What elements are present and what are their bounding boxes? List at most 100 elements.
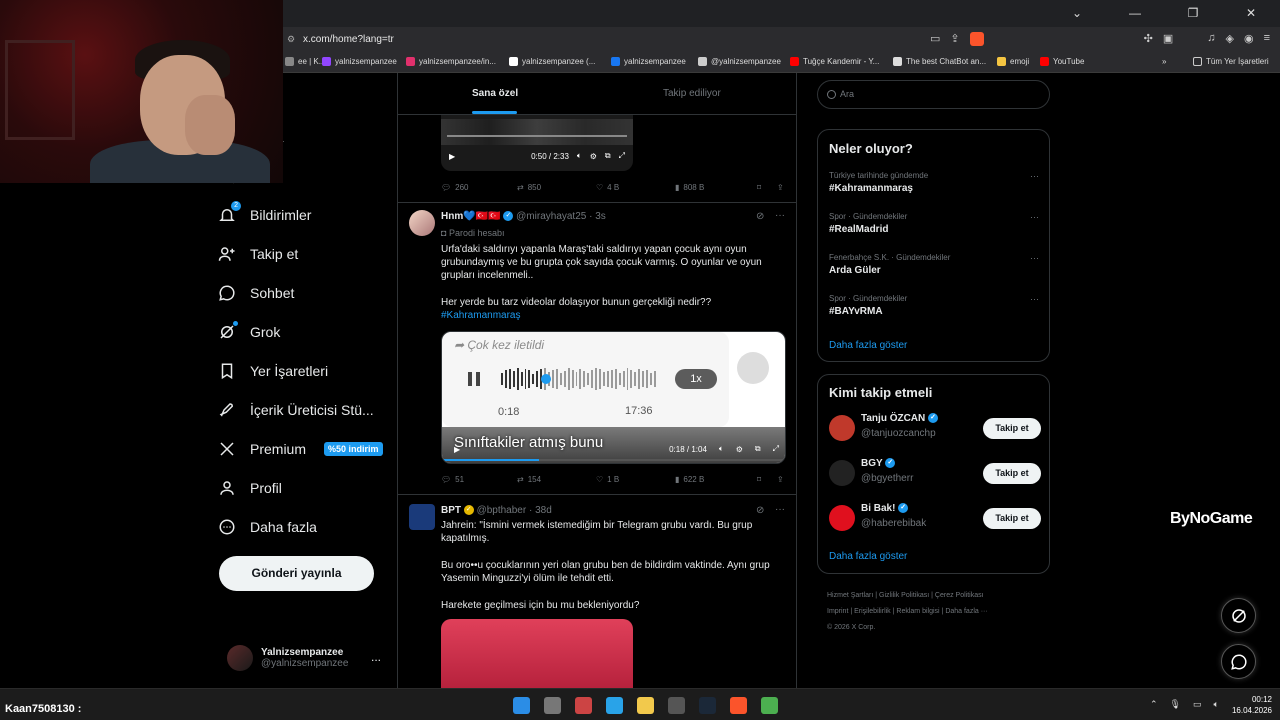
nav-item[interactable]: Profil [218, 479, 282, 497]
volume-icon[interactable]: 🔈︎ [1214, 699, 1219, 710]
file-explorer-icon[interactable] [637, 697, 654, 714]
views-button[interactable]: ▮ 622 B [675, 475, 757, 484]
nav-item[interactable]: 2 Bildirimler [218, 201, 311, 224]
share-icon[interactable]: ⇪ [777, 183, 784, 192]
windows-start-icon[interactable] [513, 697, 530, 714]
bookmark-item[interactable]: ee | K... [285, 57, 325, 66]
repost-button[interactable]: ⇄ 154 [517, 475, 596, 484]
footer-link[interactable]: Çerez Politikası [935, 592, 984, 599]
messages-button[interactable] [1221, 644, 1256, 679]
follow-button[interactable]: Takip et [983, 508, 1041, 529]
tab-following[interactable]: Takip ediliyor [663, 88, 721, 99]
more-icon[interactable]: ··· [1030, 171, 1039, 181]
play-icon[interactable]: ▶ [449, 152, 455, 161]
repost-button[interactable]: ⇄ 850 [517, 183, 596, 192]
more-bookmarks-icon[interactable]: » [1162, 57, 1166, 66]
like-button[interactable]: ♡ 4 B [596, 183, 675, 192]
network-icon[interactable]: ▭ [1193, 699, 1202, 710]
url-field[interactable]: x.com/home?lang=tr [303, 34, 394, 45]
bookmark-item[interactable]: Tuğçe Kandemir - Y... [790, 57, 879, 66]
footer-link[interactable]: Daha fazla ··· [945, 608, 987, 615]
follow-button[interactable]: Takip et [983, 463, 1041, 484]
footer-link[interactable]: Gizlilik Politikası [879, 592, 929, 599]
extensions-icon[interactable]: ✣ [1144, 32, 1153, 45]
chrome-icon[interactable] [761, 697, 778, 714]
more-icon[interactable]: ··· [1030, 294, 1039, 304]
nav-item[interactable]: Takip et [218, 245, 298, 263]
nav-item[interactable]: Daha fazla [218, 518, 317, 536]
video-player[interactable]: ▶ 0:50 / 2:33 🔈︎ ⚙ ⧉ ⤢ [441, 115, 633, 171]
post-button[interactable]: Gönderi yayınla [219, 556, 374, 591]
nav-item[interactable]: Grok [218, 321, 280, 341]
brave-shield-icon[interactable] [969, 32, 984, 46]
trend-item[interactable]: Spor · Gündemdekiler #BAYvRMA ··· [829, 294, 1039, 317]
avatar[interactable] [409, 504, 435, 530]
music-icon[interactable]: ♫ [1207, 32, 1215, 45]
bookmark-item[interactable]: @yalnizsempanzee [698, 57, 781, 66]
footer-link[interactable]: Reklam bilgisi [896, 608, 939, 615]
fullscreen-icon[interactable]: ⤢ [619, 151, 625, 161]
menu-icon[interactable]: ≡ [1264, 32, 1270, 45]
volume-icon[interactable]: 🔈︎ [719, 444, 724, 454]
trend-item[interactable]: Türkiye tarihinde gündemde #Kahramanmaraş… [829, 171, 1039, 194]
more-icon[interactable]: ... [371, 650, 381, 664]
bookmark-item[interactable]: yalnizsempanzee [322, 57, 397, 66]
footer-link[interactable]: Erişilebilirlik [854, 608, 891, 615]
tab-for-you[interactable]: Sana özel [472, 88, 518, 99]
reply-button[interactable]: 💬︎ 51 [441, 475, 517, 484]
follow-suggestion[interactable]: Tanju ÖZCAN ✓ @tanjuozcanchp Takip et [829, 413, 1041, 445]
avatar[interactable] [829, 460, 855, 486]
account-icon[interactable]: ◉ [1244, 32, 1254, 45]
settings-icon[interactable]: ⚙ [736, 445, 743, 454]
more-icon[interactable]: ··· [775, 504, 785, 515]
video-progress[interactable] [447, 135, 627, 137]
trend-item[interactable]: Fenerbahçe S.K. · Gündemdekiler Arda Güle… [829, 253, 1039, 276]
site-settings-icon[interactable]: ⚙ [287, 34, 295, 45]
bookmark-item[interactable]: yalnizsempanzee/in... [406, 57, 496, 66]
nav-item[interactable]: Yer İşaretleri [218, 362, 328, 380]
pip-icon[interactable]: ⧉ [755, 444, 761, 454]
wtf-show-more[interactable]: Daha fazla göster [829, 551, 907, 562]
footer-link[interactable]: Imprint [827, 608, 848, 615]
volume-icon[interactable]: 🔈︎ [577, 151, 582, 161]
close-icon[interactable]: ✕ [1222, 0, 1280, 27]
more-icon[interactable]: ··· [1030, 212, 1039, 222]
tweet-author[interactable]: Hnm💙🇹🇷🇹🇷 ✓ @mirayhayat25 · 3s [441, 211, 606, 222]
brave-icon[interactable] [730, 697, 747, 714]
app-icon[interactable] [606, 697, 623, 714]
video-progress[interactable] [442, 459, 785, 461]
grok-icon[interactable]: ⊘ [756, 211, 764, 222]
chevron-down-icon[interactable]: ⌄ [1048, 0, 1106, 27]
grok-button[interactable] [1221, 598, 1256, 633]
share-icon[interactable]: ⇪ [777, 475, 784, 484]
minimize-icon[interactable]: — [1106, 0, 1164, 27]
video-player[interactable]: ➦ Çok kez iletildi 1x 0:18 17:36 Sınıfta… [441, 331, 786, 464]
bookmark-item[interactable]: yalnizsempanzee [611, 57, 686, 66]
bookmark-icon[interactable]: ⌑ [757, 183, 777, 192]
bookmark-item[interactable]: The best ChatBot an... [893, 57, 986, 66]
more-icon[interactable]: ··· [1030, 253, 1039, 263]
follow-button[interactable]: Takip et [983, 418, 1041, 439]
play-icon[interactable]: ▶ [454, 445, 460, 454]
hashtag-link[interactable]: #Kahramanmaraş [441, 309, 786, 322]
nav-item[interactable]: Premium %50 indirim [218, 440, 383, 458]
app-icon[interactable] [575, 697, 592, 714]
account-switcher[interactable]: Yalnizsempanzee @yalnizsempanzee [227, 645, 348, 671]
chevron-up-icon[interactable]: ⌃ [1150, 699, 1158, 710]
app-icon[interactable] [668, 697, 685, 714]
search-input[interactable]: Ara [817, 80, 1050, 109]
grok-icon[interactable]: ⊘ [756, 505, 764, 516]
follow-suggestion[interactable]: Bi Bak! ✓ @haberebibak Takip et [829, 503, 1041, 535]
bookmark-item[interactable]: emoji [997, 57, 1029, 66]
nav-item[interactable]: Sohbet [218, 284, 294, 302]
tweet-author[interactable]: BPT ✓ @bpthaber · 38d [441, 505, 552, 516]
restore-icon[interactable]: ❐ [1164, 0, 1222, 27]
wallet-icon[interactable]: ▣ [1163, 32, 1173, 45]
footer-link[interactable]: Hizmet Şartları [827, 592, 873, 599]
vpn-icon[interactable]: ◈ [1226, 32, 1234, 45]
steam-icon[interactable] [699, 697, 716, 714]
avatar[interactable] [829, 415, 855, 441]
trend-item[interactable]: Spor · Gündemdekiler #RealMadrid ··· [829, 212, 1039, 235]
all-bookmarks[interactable]: Tüm Yer İşaretleri [1193, 57, 1269, 66]
task-view-icon[interactable] [544, 697, 561, 714]
